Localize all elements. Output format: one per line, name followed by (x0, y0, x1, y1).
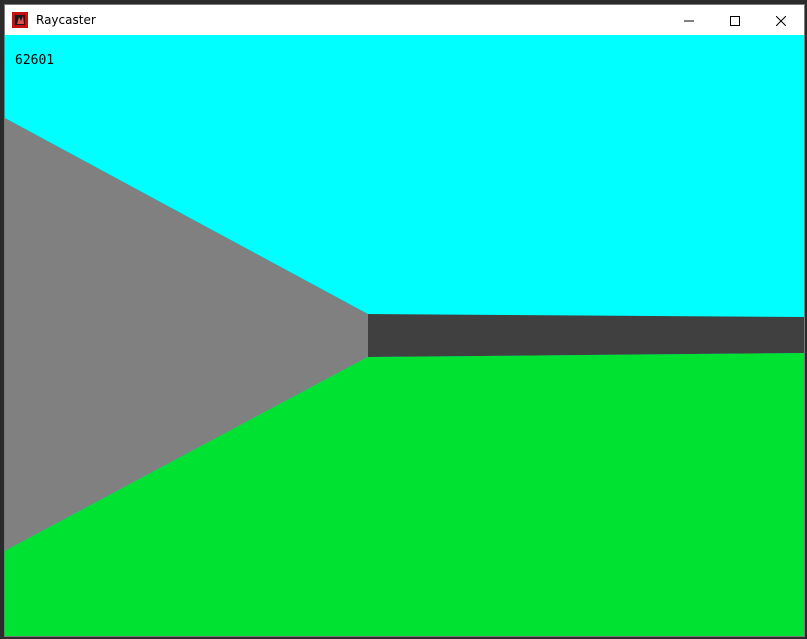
close-button[interactable] (758, 5, 804, 35)
far-wall (368, 314, 804, 357)
raycaster-window: Raycaster 62601 (4, 4, 805, 637)
title-bar[interactable]: Raycaster (5, 5, 804, 35)
close-icon (775, 11, 787, 30)
minimize-icon (684, 11, 694, 30)
frame-counter: 62601 (15, 53, 55, 68)
window-title: Raycaster (36, 13, 96, 27)
maximize-icon (730, 11, 740, 30)
minimize-button[interactable] (666, 5, 712, 35)
maximize-button[interactable] (712, 5, 758, 35)
raycaster-app-icon (12, 12, 28, 28)
window-controls (666, 5, 804, 35)
render-viewport[interactable]: 62601 (5, 35, 804, 636)
